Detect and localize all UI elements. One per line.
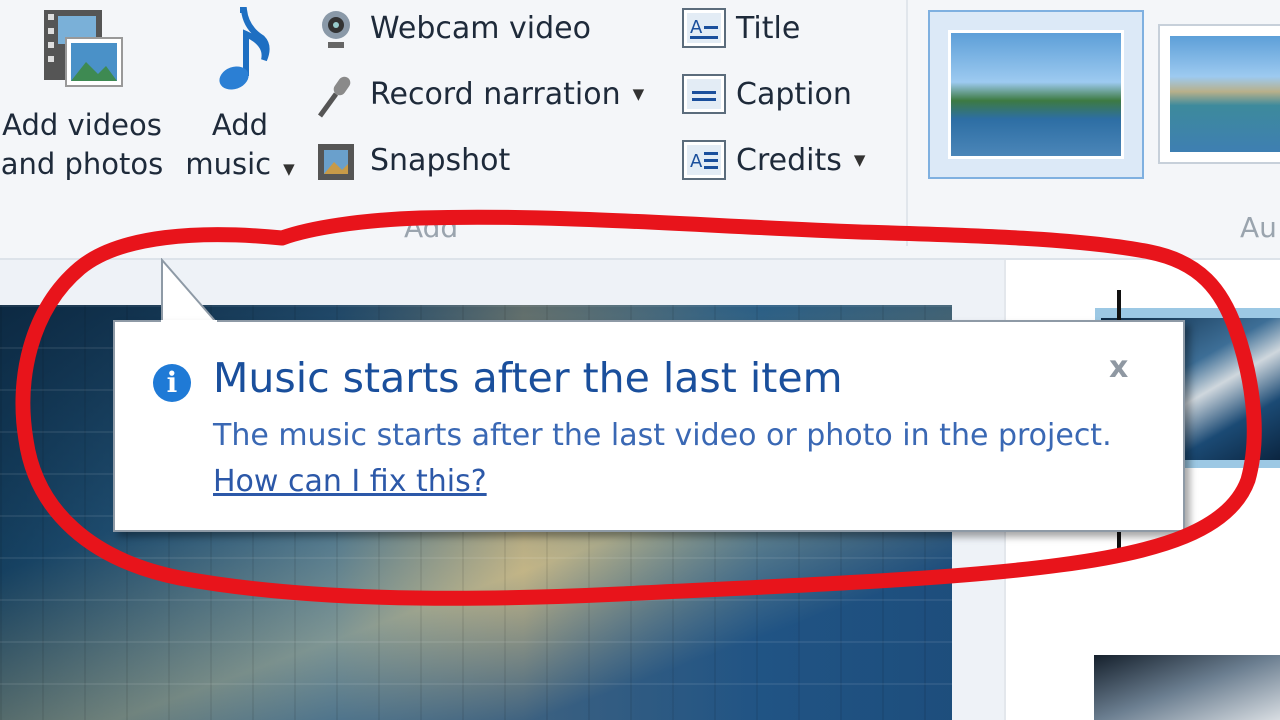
snapshot-label: Snapshot: [370, 142, 511, 178]
close-icon[interactable]: x: [1109, 350, 1128, 385]
tooltip-balloon: i Music starts after the last item The m…: [113, 320, 1185, 532]
add-music-label-row: music ▼: [182, 145, 298, 189]
credits-label: Credits: [736, 142, 842, 178]
add-videos-and-photos-button[interactable]: Add videos and photos: [0, 4, 170, 190]
record-narration-label: Record narration: [370, 76, 621, 112]
record-narration-button[interactable]: Record narration ▼: [316, 69, 644, 119]
svg-text:A: A: [690, 151, 703, 172]
group-separator: [906, 0, 908, 246]
chevron-down-icon[interactable]: ▼: [633, 85, 645, 103]
film-photo-icon: [44, 10, 123, 87]
add-music-label-line2: music: [185, 147, 272, 181]
microphone-icon: [316, 74, 356, 118]
credits-button[interactable]: A Credits ▼: [682, 135, 865, 185]
caption-button[interactable]: Caption: [682, 69, 852, 119]
automovie-group-label: Au: [1240, 211, 1277, 244]
tooltip-tail-cover: [161, 320, 217, 324]
chevron-down-icon[interactable]: ▼: [854, 151, 866, 169]
add-videos-label-line1: Add videos: [2, 108, 162, 142]
credits-icon: A: [682, 140, 726, 180]
snapshot-button[interactable]: Snapshot: [316, 135, 510, 185]
chevron-down-icon[interactable]: ▼: [283, 160, 295, 178]
title-icon: A: [682, 8, 726, 48]
tooltip-body: The music starts after the last video or…: [213, 418, 1112, 453]
title-button[interactable]: A Title: [682, 3, 800, 53]
caption-label: Caption: [736, 76, 852, 112]
webcam-video-label: Webcam video: [370, 10, 591, 46]
webcam-video-button[interactable]: Webcam video: [316, 3, 591, 53]
add-music-label-line1: Add: [211, 108, 269, 142]
storyboard-clip[interactable]: [1094, 655, 1280, 720]
title-label: Title: [736, 10, 801, 46]
webcam-icon: [316, 8, 356, 48]
fix-this-link[interactable]: How can I fix this?: [213, 464, 487, 499]
ribbon: Add videos and photos Add music ▼ Webcam …: [0, 0, 1280, 260]
snapshot-icon: [316, 140, 356, 180]
theme-preview-image: [1170, 36, 1280, 152]
tooltip-title: Music starts after the last item: [213, 354, 843, 402]
theme-thumbnail[interactable]: [1158, 24, 1280, 164]
tooltip-pointer: [161, 258, 217, 323]
theme-thumbnail-selected[interactable]: [928, 10, 1144, 179]
add-videos-label-line2: and photos: [0, 147, 164, 181]
caption-icon: [682, 74, 726, 114]
music-note-icon: [219, 7, 270, 90]
add-group-label: Add: [404, 211, 459, 244]
svg-text:A: A: [690, 17, 703, 38]
add-music-button[interactable]: Add music ▼: [182, 4, 298, 190]
theme-preview-image: [948, 30, 1124, 159]
info-icon: i: [153, 364, 191, 402]
